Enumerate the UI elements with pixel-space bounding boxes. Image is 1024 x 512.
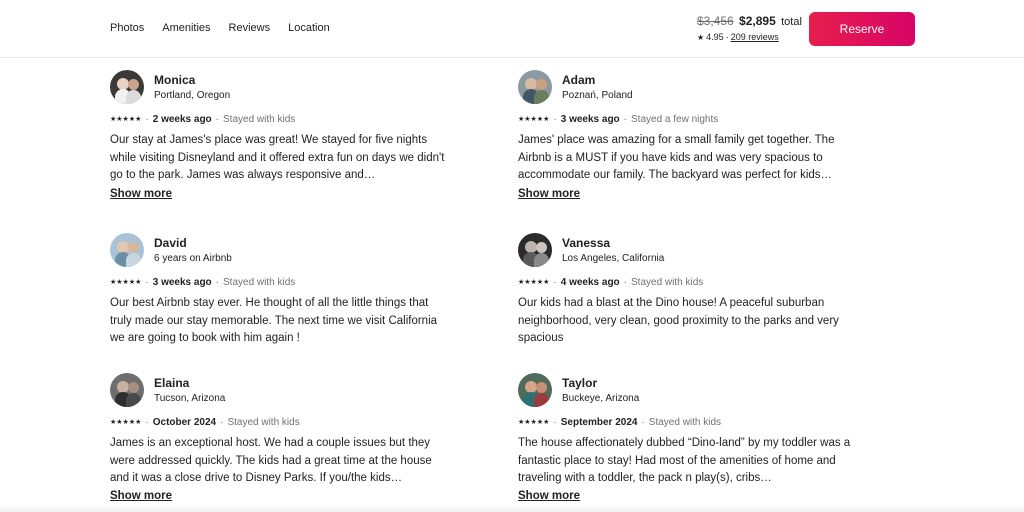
review-card: Elaina Tucson, Arizona ★★★★★ · October 2… [110, 373, 450, 502]
reserve-button[interactable]: Reserve [809, 12, 915, 46]
separator-dot: · [215, 277, 219, 288]
review-date: 4 weeks ago [560, 277, 620, 288]
show-more-button[interactable]: Show more [518, 188, 580, 200]
avatar[interactable] [110, 233, 144, 267]
review-header: Elaina Tucson, Arizona [110, 373, 450, 407]
bottom-scroll-shadow [0, 504, 1024, 512]
nav-location[interactable]: Location [288, 22, 330, 34]
show-more-button[interactable]: Show more [518, 490, 580, 502]
review-text: James is an exceptional host. We had a c… [110, 437, 432, 484]
review-date: September 2024 [560, 417, 638, 428]
review-text: James' place was amazing for a small fam… [518, 134, 835, 181]
avatar[interactable] [110, 70, 144, 104]
reviewer-tenure: 6 years on Airbnb [154, 252, 232, 264]
separator-dot: · [623, 277, 627, 288]
rating-value: 4.95 [706, 32, 724, 42]
review-card: David 6 years on Airbnb ★★★★★ · 3 weeks … [110, 233, 450, 348]
stay-type: Stayed with kids [223, 114, 296, 125]
review-meta: ★★★★★ · 2 weeks ago · Stayed with kids [110, 114, 450, 126]
show-more-button[interactable]: Show more [110, 188, 172, 200]
separator-dot: · [553, 277, 557, 288]
star-icon: ★ [697, 32, 705, 42]
reviewer-location: Buckeye, Arizona [562, 392, 640, 404]
nav-photos[interactable]: Photos [110, 22, 144, 34]
separator-dot: · [641, 417, 645, 428]
review-meta: ★★★★★ · 4 weeks ago · Stayed with kids [518, 277, 858, 289]
review-meta: ★★★★★ · 3 weeks ago · Stayed a few night… [518, 114, 858, 126]
review-meta: ★★★★★ · October 2024 · Stayed with kids [110, 417, 450, 429]
review-text: Our stay at James's place was great! We … [110, 134, 445, 181]
review-header: Taylor Buckeye, Arizona [518, 373, 858, 407]
separator-dot: · [145, 114, 149, 125]
review-header: Adam Poznań, Poland [518, 70, 858, 104]
review-date: 2 weeks ago [152, 114, 212, 125]
review-header: Monica Portland, Oregon [110, 70, 450, 104]
reviewer-name: Elaina [154, 375, 190, 390]
reviewer-name: David [154, 235, 187, 250]
rating-summary: ★ 4.95 · 209 reviews [697, 32, 802, 42]
review-date: October 2024 [152, 417, 217, 428]
separator-dot: · [220, 417, 224, 428]
reviewer-name: Monica [154, 72, 196, 87]
nav-amenities[interactable]: Amenities [162, 22, 210, 34]
star-rating: ★★★★★ [110, 279, 142, 286]
stay-type: Stayed with kids [648, 417, 722, 428]
original-price: $3,456 [697, 14, 734, 28]
separator-dot: · [623, 114, 627, 125]
review-meta: ★★★★★ · 3 weeks ago · Stayed with kids [110, 277, 450, 289]
review-text: The house affectionately dubbed “Dino-la… [518, 437, 851, 484]
separator-dot: · [215, 114, 219, 125]
avatar[interactable] [110, 373, 144, 407]
reviewer-location: Portland, Oregon [154, 89, 231, 101]
avatar[interactable] [518, 233, 552, 267]
reviewer-name: Taylor [562, 375, 598, 390]
nav-reviews[interactable]: Reviews [229, 22, 271, 34]
stay-type: Stayed with kids [631, 277, 704, 288]
price-line: $3,456 $2,895 total [697, 14, 802, 28]
review-card: Taylor Buckeye, Arizona ★★★★★ · Septembe… [518, 373, 858, 502]
separator-dot: · [145, 417, 149, 428]
rating-separator: · [725, 32, 729, 42]
review-date: 3 weeks ago [152, 277, 212, 288]
review-text: Our best Airbnb stay ever. He thought of… [110, 297, 438, 344]
avatar[interactable] [518, 70, 552, 104]
reviewer-location: Poznań, Poland [562, 89, 633, 101]
review-header: Vanessa Los Angeles, California [518, 233, 858, 267]
separator-dot: · [145, 277, 149, 288]
star-rating: ★★★★★ [518, 116, 550, 123]
review-card: Adam Poznań, Poland ★★★★★ · 3 weeks ago … [518, 70, 858, 200]
star-rating: ★★★★★ [110, 419, 142, 426]
price-summary: $3,456 $2,895 total ★ 4.95 · 209 reviews [697, 14, 802, 42]
review-card: Monica Portland, Oregon ★★★★★ · 2 weeks … [110, 70, 450, 200]
star-rating: ★★★★★ [518, 419, 550, 426]
separator-dot: · [553, 114, 557, 125]
section-nav: Photos Amenities Reviews Location [110, 22, 330, 34]
review-text: Our kids had a blast at the Dino house! … [518, 297, 839, 344]
review-date: 3 weeks ago [560, 114, 620, 125]
stay-type: Stayed a few nights [631, 114, 719, 125]
separator-dot: · [553, 417, 557, 428]
reviewer-location: Los Angeles, California [562, 252, 665, 264]
show-more-button[interactable]: Show more [110, 490, 172, 502]
reviewer-name: Adam [562, 72, 596, 87]
discounted-price: $2,895 [739, 14, 776, 28]
review-meta: ★★★★★ · September 2024 · Stayed with kid… [518, 417, 858, 429]
review-header: David 6 years on Airbnb [110, 233, 450, 267]
reviewer-location: Tucson, Arizona [154, 392, 226, 404]
avatar[interactable] [518, 373, 552, 407]
star-rating: ★★★★★ [518, 279, 550, 286]
price-suffix: total [781, 16, 802, 28]
review-card: Vanessa Los Angeles, California ★★★★★ · … [518, 233, 858, 348]
stay-type: Stayed with kids [227, 417, 300, 428]
reviewer-name: Vanessa [562, 235, 611, 250]
reviews-count-link[interactable]: 209 reviews [731, 32, 779, 42]
sticky-header: Photos Amenities Reviews Location $3,456… [0, 0, 1024, 58]
stay-type: Stayed with kids [223, 277, 296, 288]
star-rating: ★★★★★ [110, 116, 142, 123]
